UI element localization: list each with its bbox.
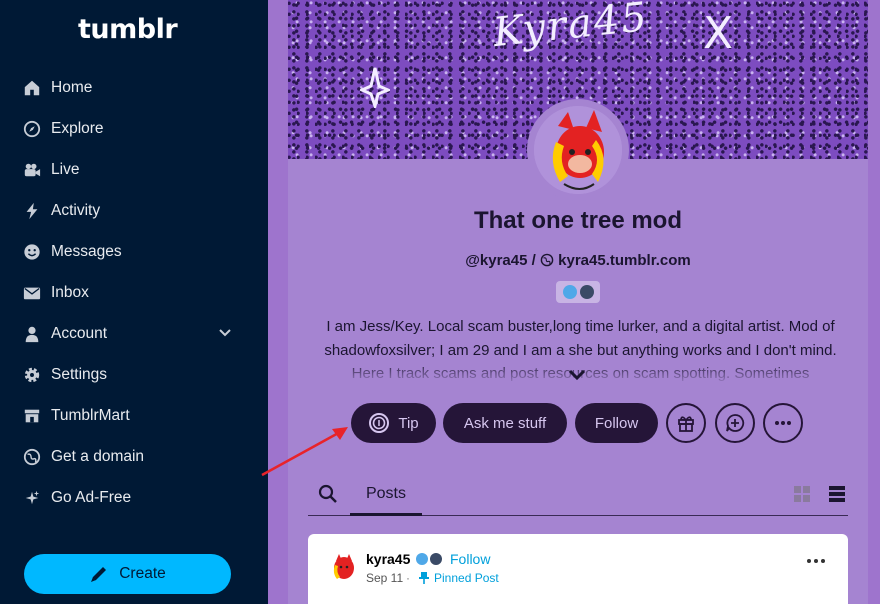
- blog-handle: @kyra45 / kyra45.tumblr.com: [288, 252, 868, 269]
- gift-icon: [678, 416, 694, 432]
- compass-icon: [23, 120, 41, 138]
- pinned-post-label: Pinned Post: [434, 571, 499, 585]
- badge-icon: [562, 285, 577, 299]
- avatar-image: [534, 106, 622, 194]
- sidebar-item-go-ad-free[interactable]: Go Ad-Free: [0, 477, 268, 518]
- sidebar-item-settings[interactable]: Settings: [0, 354, 268, 395]
- create-button[interactable]: Create: [24, 554, 231, 594]
- sidebar-nav: Home Explore Live Activity Messages Inbo…: [0, 67, 268, 518]
- sidebar-item-explore[interactable]: Explore: [0, 108, 268, 149]
- ask-button[interactable]: Ask me stuff: [443, 403, 567, 443]
- ask-button-label: Ask me stuff: [463, 414, 547, 432]
- star-doodle-icon: [360, 67, 390, 108]
- handle-separator: /: [531, 252, 536, 269]
- post-author-badges: [416, 553, 442, 565]
- chevron-down-icon[interactable]: [218, 326, 232, 340]
- tab-posts[interactable]: Posts: [350, 474, 422, 516]
- sidebar-item-activity[interactable]: Activity: [0, 190, 268, 231]
- blog-badges[interactable]: [556, 281, 600, 303]
- video-camera-icon: [23, 161, 41, 179]
- smiley-icon: [23, 243, 41, 261]
- badge-icon: [416, 553, 428, 565]
- tip-button[interactable]: Tip: [351, 403, 436, 443]
- post-author-name[interactable]: kyra45: [366, 551, 410, 567]
- follow-button-label: Follow: [594, 414, 639, 432]
- post-follow-link[interactable]: Follow: [450, 551, 490, 567]
- coin-icon: [369, 413, 390, 433]
- sidebar: tumblr Home Explore Live Activity Messag…: [0, 0, 268, 604]
- badge-icon: [430, 553, 442, 565]
- header-image-text: Kyra45: [491, 0, 651, 57]
- post-meta-separator: ·: [406, 571, 410, 585]
- sidebar-item-messages[interactable]: Messages: [0, 231, 268, 272]
- sidebar-item-label: Home: [51, 78, 93, 96]
- sparkle-icon: [23, 489, 41, 507]
- sidebar-item-account[interactable]: Account: [0, 313, 268, 354]
- annotation-arrow-icon: [261, 427, 348, 477]
- sidebar-item-label: Settings: [51, 365, 108, 383]
- tumblr-logo[interactable]: tumblr: [78, 14, 178, 45]
- blog-username[interactable]: @kyra45: [465, 252, 527, 269]
- post-date[interactable]: Sep 11: [366, 571, 403, 585]
- more-options-button[interactable]: [763, 403, 803, 443]
- pencil-icon: [91, 567, 107, 582]
- blog-avatar[interactable]: [527, 99, 629, 201]
- home-icon: [23, 79, 41, 97]
- sidebar-item-inbox[interactable]: Inbox: [0, 272, 268, 313]
- gear-icon: [23, 366, 41, 384]
- pinned-post-card[interactable]: kyra45 Follow Sep 11 · Pinned Post: [308, 534, 848, 604]
- person-icon: [23, 325, 41, 343]
- sidebar-item-get-a-domain[interactable]: Get a domain: [0, 436, 268, 477]
- sidebar-item-label: Messages: [51, 242, 122, 260]
- gift-button[interactable]: [666, 403, 706, 443]
- pin-icon: [419, 572, 429, 584]
- sidebar-item-label: Explore: [51, 119, 104, 137]
- create-button-label: Create: [119, 565, 166, 582]
- sidebar-item-label: Go Ad-Free: [51, 488, 132, 506]
- sidebar-item-label: TumblrMart: [51, 406, 130, 424]
- post-author-avatar[interactable]: [328, 551, 360, 583]
- follow-button[interactable]: Follow: [575, 403, 658, 443]
- chat-plus-icon: [726, 414, 745, 432]
- sidebar-item-live[interactable]: Live: [0, 149, 268, 190]
- sidebar-item-label: Live: [51, 160, 80, 178]
- globe-icon: [23, 448, 41, 466]
- more-dots-icon: [775, 421, 791, 425]
- lightning-icon: [23, 202, 41, 220]
- list-view-icon[interactable]: [828, 485, 846, 503]
- grid-view-icon[interactable]: [793, 485, 811, 503]
- sidebar-item-label: Account: [51, 324, 108, 342]
- message-button[interactable]: [715, 403, 755, 443]
- sidebar-item-home[interactable]: Home: [0, 67, 268, 108]
- tip-button-label: Tip: [398, 414, 419, 432]
- sidebar-item-tumblrmart[interactable]: TumblrMart: [0, 395, 268, 436]
- blog-domain-link[interactable]: kyra45.tumblr.com: [558, 252, 691, 269]
- badge-icon: [579, 285, 594, 299]
- shop-icon: [23, 407, 41, 425]
- fox-avatar-icon: [534, 106, 622, 194]
- chevron-down-icon[interactable]: [568, 368, 586, 382]
- sidebar-item-label: Activity: [51, 201, 101, 219]
- envelope-icon: [23, 284, 41, 302]
- fox-avatar-icon: [328, 551, 360, 583]
- header-image-mark: X: [703, 8, 734, 59]
- sidebar-item-label: Get a domain: [51, 447, 145, 465]
- globe-icon: [540, 253, 554, 267]
- sidebar-item-label: Inbox: [51, 283, 89, 301]
- blog-title: That one tree mod: [473, 207, 683, 234]
- more-dots-icon[interactable]: [806, 556, 826, 566]
- search-icon[interactable]: [318, 484, 338, 504]
